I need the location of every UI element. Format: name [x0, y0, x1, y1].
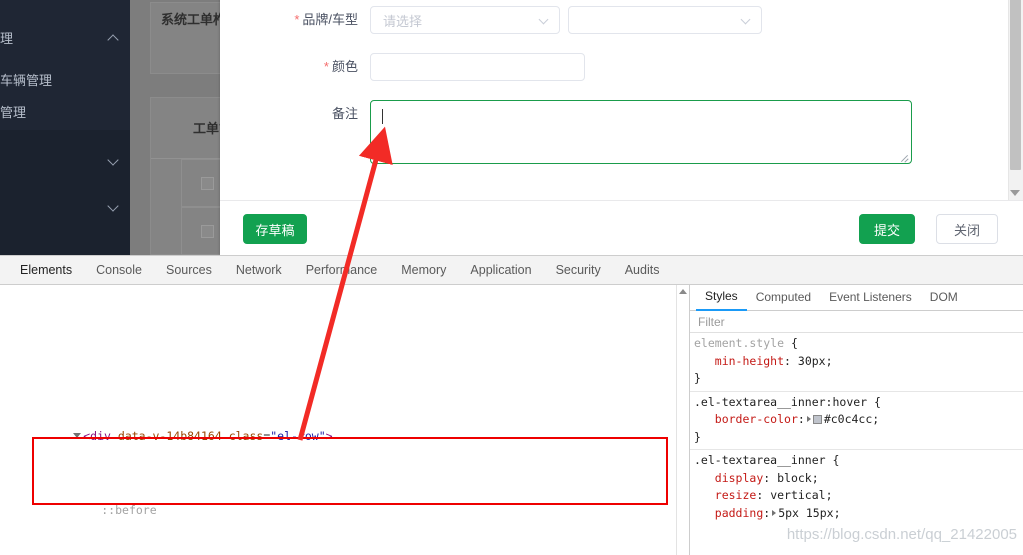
- styles-tabbar: Styles Computed Event Listeners DOM: [690, 285, 1023, 311]
- watermark-text: https://blog.csdn.net/qq_21422005: [786, 526, 1017, 543]
- css-property[interactable]: padding: [715, 506, 763, 520]
- scroll-down-arrow-icon[interactable]: [1010, 190, 1020, 196]
- checkbox-icon: [201, 225, 214, 238]
- app-sidebar: 理 车辆管理 管理: [0, 0, 130, 255]
- sidebar-item-1[interactable]: 车辆管理: [0, 66, 130, 92]
- elements-scrollbar[interactable]: [676, 285, 689, 555]
- brand-select[interactable]: 请选择: [370, 6, 560, 34]
- save-draft-button[interactable]: 存草稿: [243, 214, 307, 244]
- form-row-color: * 颜色: [220, 53, 1008, 81]
- tab-sources[interactable]: Sources: [154, 256, 224, 284]
- chevron-down-icon: [108, 153, 120, 165]
- sidebar-item-0[interactable]: 理: [0, 24, 130, 50]
- css-property[interactable]: border-color: [715, 412, 798, 426]
- chevron-up-icon: [108, 31, 120, 43]
- scrollbar-thumb[interactable]: [1010, 0, 1021, 170]
- application-viewport: 理 车辆管理 管理 系统工单柞 工单管理 * 品牌/车型 请选择 * 颜色 备注…: [0, 0, 1023, 255]
- required-asterisk-icon: *: [323, 59, 329, 74]
- css-selector[interactable]: .el-textarea__inner:hover: [694, 395, 867, 409]
- dialog-footer: 存草稿 提交 关闭: [220, 200, 1023, 255]
- css-selector[interactable]: .el-textarea__inner: [694, 453, 826, 467]
- sidebar-item-label: 理: [0, 30, 14, 46]
- brand-select-placeholder: 请选择: [383, 13, 423, 29]
- css-property[interactable]: min-height: [715, 354, 784, 368]
- css-rule-textarea-hover[interactable]: .el-textarea__inner:hover { border-color…: [690, 392, 1023, 450]
- styles-filter-input[interactable]: Filter: [690, 311, 1023, 333]
- css-rule-textarea-inner[interactable]: .el-textarea__inner { display: block; re…: [690, 450, 1023, 525]
- tab-security[interactable]: Security: [544, 256, 613, 284]
- chevron-down-icon: [540, 16, 549, 25]
- expand-triangle-icon[interactable]: [772, 509, 777, 516]
- expand-triangle-icon[interactable]: [806, 416, 811, 422]
- submit-button[interactable]: 提交: [859, 214, 915, 244]
- close-button[interactable]: 关闭: [936, 214, 998, 244]
- tab-computed[interactable]: Computed: [747, 285, 820, 310]
- dom-tree[interactable]: <div data-v-14b84164 class="el-row">…</d…: [0, 285, 689, 555]
- styles-pane: Styles Computed Event Listeners DOM Filt…: [690, 285, 1023, 555]
- form-row-brand-model: * 品牌/车型 请选择: [220, 6, 1008, 34]
- devtools-panes: <div data-v-14b84164 class="el-row">…</d…: [0, 285, 1023, 555]
- tab-dom-breakpoints[interactable]: DOM: [921, 285, 967, 310]
- tab-network[interactable]: Network: [224, 256, 294, 284]
- tab-event-listeners[interactable]: Event Listeners: [820, 285, 921, 310]
- form-dialog: * 品牌/车型 请选择 * 颜色 备注 存草稿 提交 关闭: [220, 0, 1023, 255]
- form-label-color: * 颜色: [220, 53, 370, 81]
- css-selector[interactable]: element.style: [694, 336, 784, 350]
- sidebar-item-label: 车辆管理: [0, 72, 53, 88]
- tab-application[interactable]: Application: [458, 256, 543, 284]
- model-select[interactable]: [568, 6, 762, 34]
- dom-line-clipped[interactable]: <div data-v-14b84164 class="el-row">…</d…: [0, 341, 689, 353]
- sidebar-item-4[interactable]: [0, 192, 130, 218]
- css-value[interactable]: 30px: [798, 354, 826, 368]
- css-value[interactable]: vertical: [770, 488, 825, 502]
- dialog-scrollbar[interactable]: [1008, 0, 1023, 200]
- tab-memory[interactable]: Memory: [389, 256, 458, 284]
- dom-line[interactable]: <div data-v-14b84164 class="el-row">: [0, 408, 689, 443]
- dom-line-pseudo[interactable]: ::before: [0, 482, 689, 517]
- form-label-remark: 备注: [220, 100, 370, 128]
- chevron-down-icon: [742, 16, 751, 25]
- tab-performance[interactable]: Performance: [294, 256, 390, 284]
- label-text: 颜色: [331, 59, 358, 74]
- form-label-brand-model: * 品牌/车型: [220, 6, 370, 34]
- background-card-title: 系统工单柞: [161, 12, 227, 27]
- color-input[interactable]: [370, 53, 585, 81]
- label-text: 备注: [331, 106, 358, 121]
- css-value[interactable]: #c0c4cc: [824, 412, 872, 426]
- scroll-up-arrow-icon[interactable]: [679, 289, 687, 294]
- css-property[interactable]: resize: [715, 488, 757, 502]
- required-asterisk-icon: *: [294, 12, 300, 27]
- form-row-remark: 备注: [220, 100, 1008, 164]
- checkbox-icon: [201, 177, 214, 190]
- devtools-panel: Elements Console Sources Network Perform…: [0, 255, 1023, 555]
- devtools-tabbar: Elements Console Sources Network Perform…: [0, 256, 1023, 285]
- tab-console[interactable]: Console: [84, 256, 154, 284]
- resize-handle-icon[interactable]: [899, 151, 909, 161]
- sidebar-item-label: 管理: [0, 104, 27, 120]
- sidebar-item-3[interactable]: [0, 146, 130, 172]
- color-swatch-icon[interactable]: [812, 415, 822, 424]
- label-text: 品牌/车型: [302, 12, 358, 27]
- tab-audits[interactable]: Audits: [613, 256, 672, 284]
- text-cursor: [382, 109, 383, 124]
- styles-filter-placeholder: Filter: [698, 314, 725, 329]
- dialog-body: * 品牌/车型 请选择 * 颜色 备注: [220, 0, 1023, 200]
- css-property[interactable]: display: [715, 471, 763, 485]
- css-value[interactable]: block: [777, 471, 812, 485]
- tab-styles[interactable]: Styles: [696, 285, 747, 311]
- css-value[interactable]: 5px 15px: [778, 506, 833, 520]
- tab-elements[interactable]: Elements: [8, 256, 84, 284]
- css-rule-element-style[interactable]: element.style { min-height: 30px; }: [690, 333, 1023, 392]
- chevron-down-icon: [108, 199, 120, 211]
- sidebar-item-2[interactable]: 管理: [0, 98, 130, 124]
- remark-textarea[interactable]: [370, 100, 912, 164]
- elements-tree-pane[interactable]: <div data-v-14b84164 class="el-row">…</d…: [0, 285, 690, 555]
